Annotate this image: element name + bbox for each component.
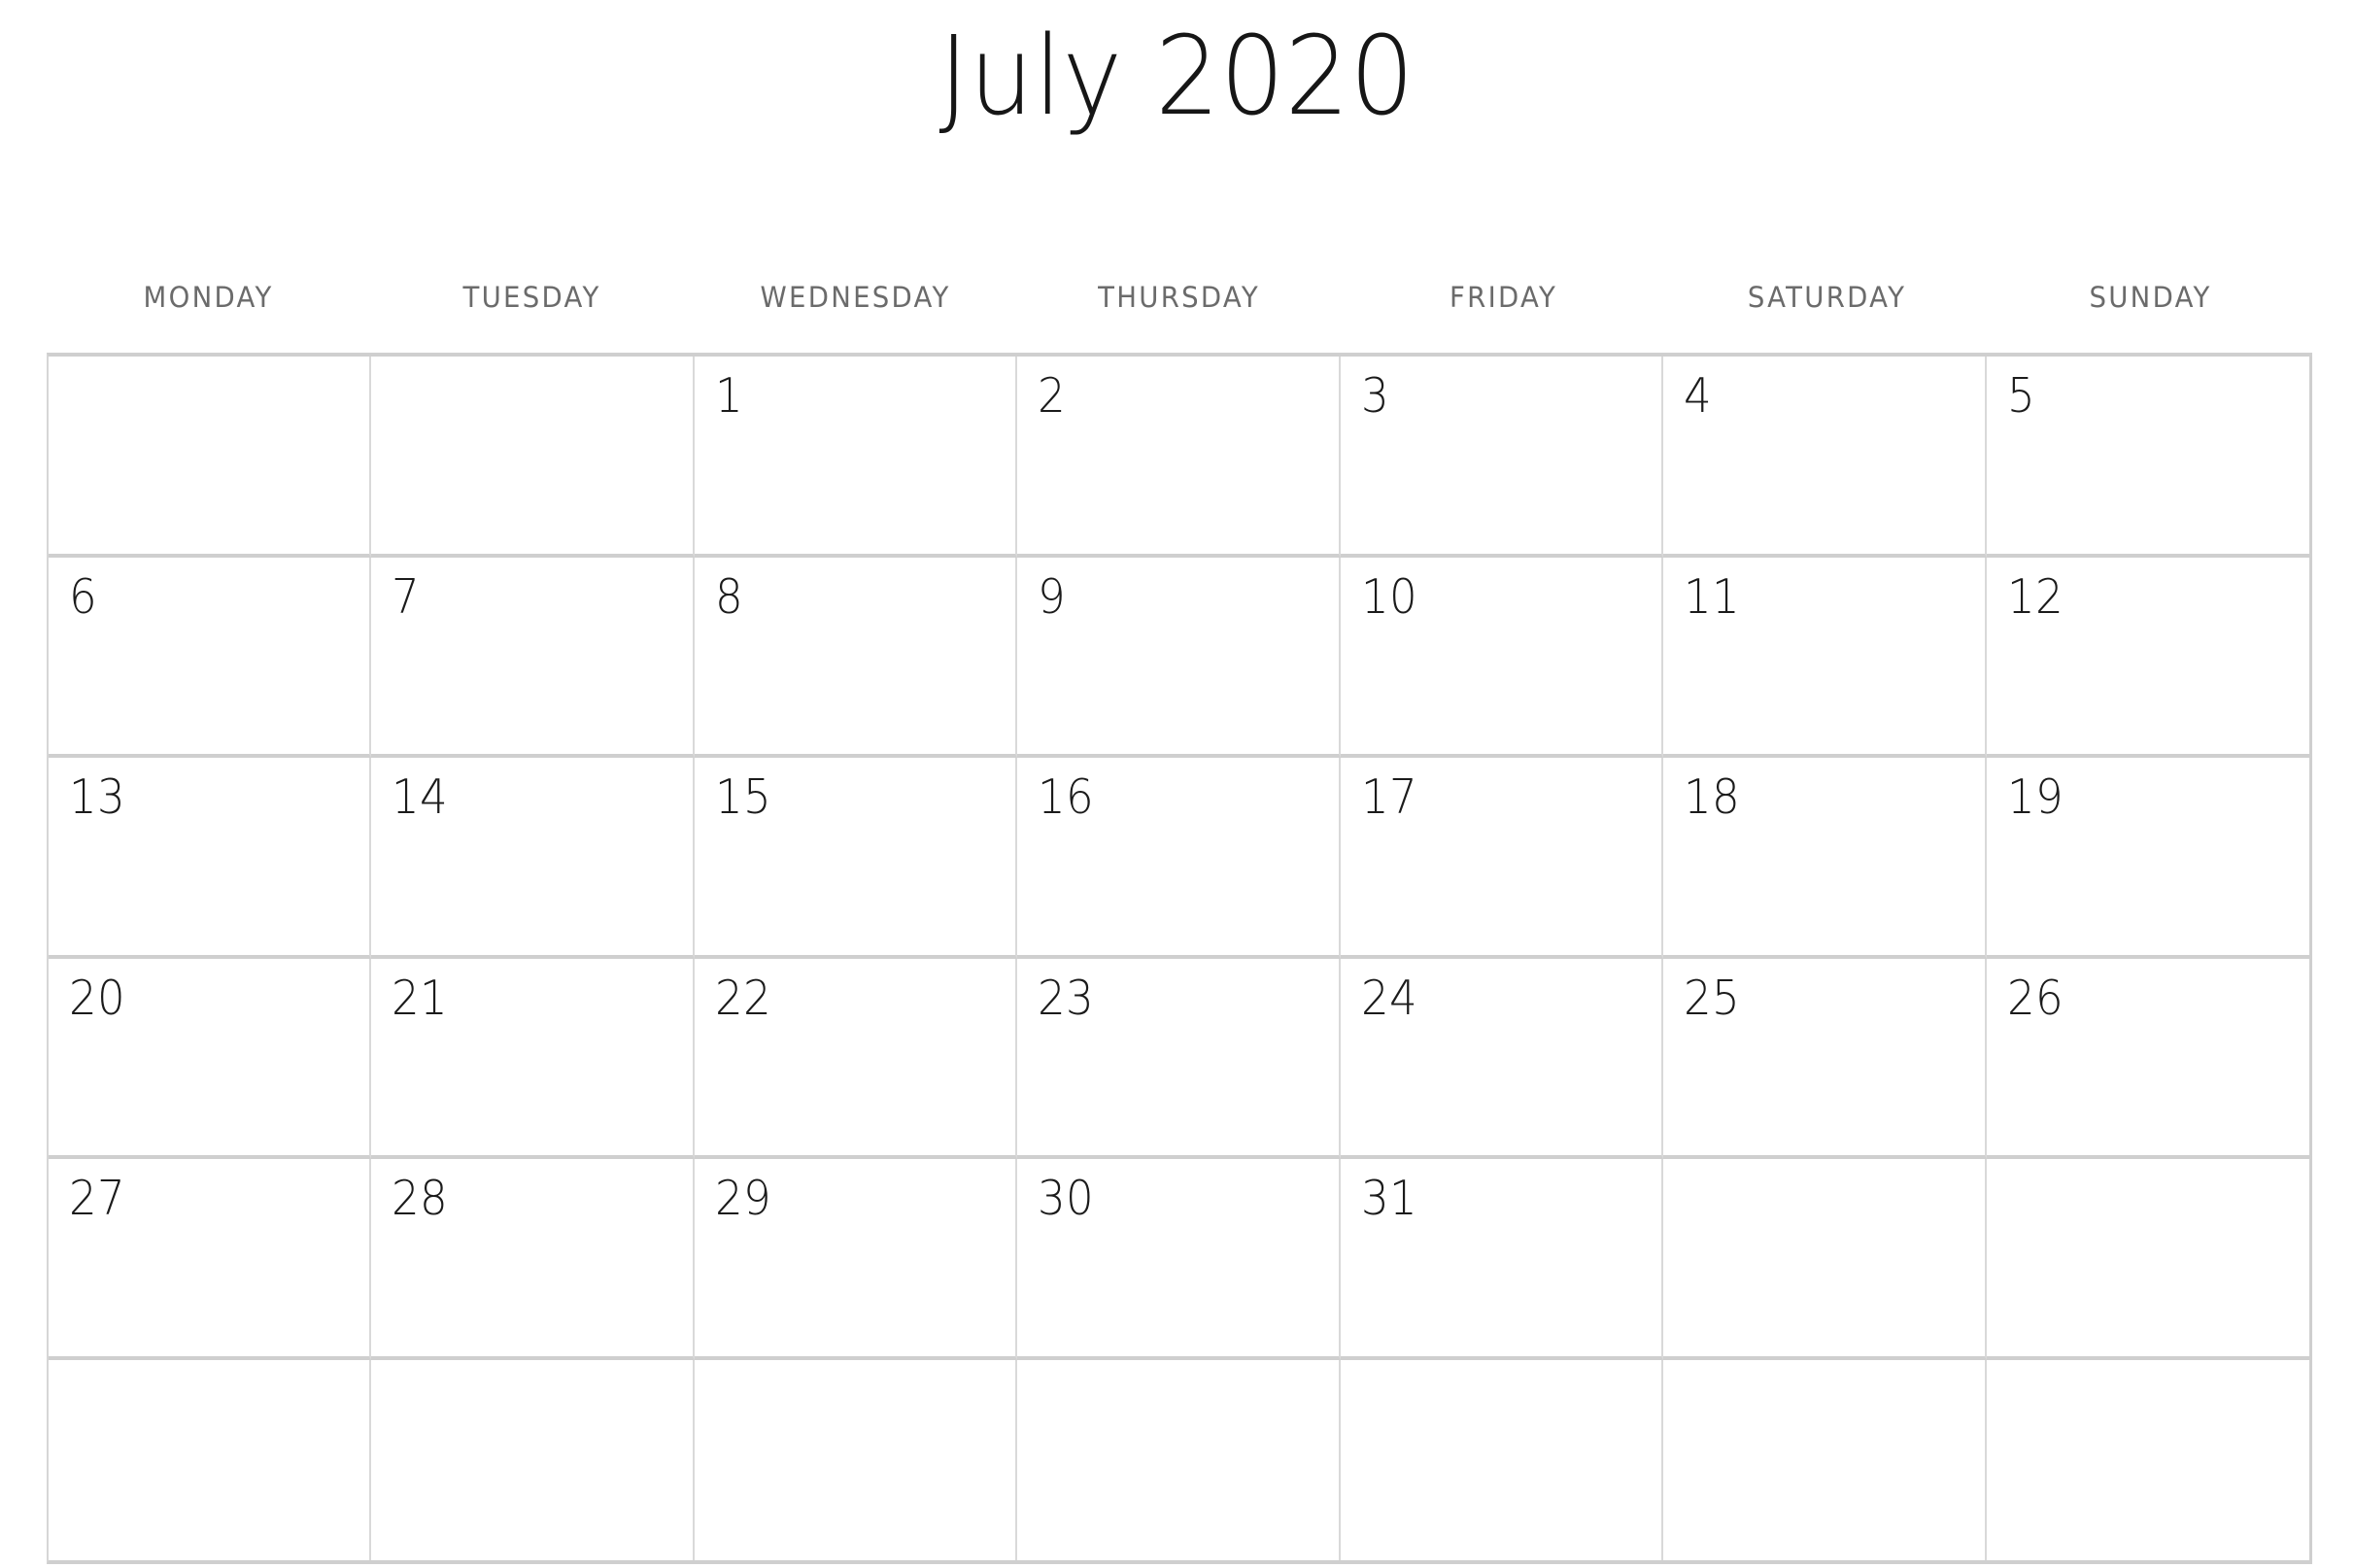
day-cell[interactable] <box>49 357 372 558</box>
day-number: 25 <box>1684 970 1741 1026</box>
calendar-grid: 1 2 3 4 5 6 7 8 9 10 11 12 13 14 15 16 1… <box>47 353 2312 1564</box>
day-cell[interactable] <box>371 357 695 558</box>
day-cell[interactable]: 2 <box>1017 357 1341 558</box>
page-title: July 2020 <box>938 14 1416 140</box>
day-cell[interactable]: 24 <box>1340 958 1664 1159</box>
day-cell[interactable]: 10 <box>1340 557 1664 758</box>
day-cell[interactable]: 27 <box>49 1159 372 1360</box>
day-cell[interactable]: 17 <box>1340 758 1664 959</box>
day-cell[interactable]: 15 <box>694 758 1018 959</box>
day-number: 7 <box>392 568 421 625</box>
day-number: 16 <box>1038 769 1095 825</box>
day-number: 10 <box>1360 568 1417 625</box>
day-cell[interactable]: 26 <box>1986 958 2309 1159</box>
day-number: 9 <box>1038 568 1067 625</box>
day-cell[interactable]: 23 <box>1017 958 1341 1159</box>
day-number: 4 <box>1684 368 1713 424</box>
day-cell[interactable]: 29 <box>694 1159 1018 1360</box>
day-cell[interactable] <box>1663 1159 1987 1360</box>
day-number: 8 <box>714 568 743 625</box>
weekday-header-thursday: THURSDAY <box>1098 281 1261 314</box>
day-number: 11 <box>1684 568 1741 625</box>
day-number: 29 <box>714 1171 771 1226</box>
day-cell[interactable] <box>1986 1159 2309 1360</box>
day-cell[interactable] <box>1986 1359 2309 1560</box>
day-cell[interactable]: 22 <box>694 958 1018 1159</box>
day-cell[interactable]: 14 <box>371 758 695 959</box>
day-cell[interactable] <box>49 1359 372 1560</box>
day-number: 15 <box>714 769 771 825</box>
day-cell[interactable]: 18 <box>1663 758 1987 959</box>
day-number: 2 <box>1038 368 1067 424</box>
day-cell[interactable]: 28 <box>371 1159 695 1360</box>
day-number: 22 <box>714 970 771 1026</box>
day-number: 14 <box>392 769 449 825</box>
day-number: 28 <box>392 1171 449 1226</box>
day-number: 27 <box>69 1171 126 1226</box>
day-number: 13 <box>69 769 126 825</box>
day-cell[interactable] <box>694 1359 1018 1560</box>
weekday-header-saturday: SATURDAY <box>1747 281 1906 314</box>
day-cell[interactable]: 6 <box>49 557 372 758</box>
calendar-title-bar: July 2020 <box>0 17 2354 137</box>
day-number: 19 <box>2006 769 2064 825</box>
day-number: 18 <box>1684 769 1741 825</box>
day-cell[interactable]: 5 <box>1986 357 2309 558</box>
weekday-header-monday: MONDAY <box>143 281 274 314</box>
day-cell[interactable]: 3 <box>1340 357 1664 558</box>
weekday-header-sunday: SUNDAY <box>2089 281 2212 314</box>
day-cell[interactable]: 9 <box>1017 557 1341 758</box>
day-number: 20 <box>69 970 126 1026</box>
day-number: 5 <box>2006 368 2035 424</box>
day-cell[interactable]: 31 <box>1340 1159 1664 1360</box>
day-cell[interactable]: 7 <box>371 557 695 758</box>
day-number: 30 <box>1038 1171 1095 1226</box>
day-number: 31 <box>1360 1171 1417 1226</box>
day-number: 24 <box>1360 970 1417 1026</box>
day-number: 17 <box>1360 769 1417 825</box>
weekday-header-friday: FRIDAY <box>1449 281 1557 314</box>
day-cell[interactable] <box>1340 1359 1664 1560</box>
day-cell[interactable] <box>371 1359 695 1560</box>
day-cell[interactable]: 25 <box>1663 958 1987 1159</box>
day-cell[interactable]: 16 <box>1017 758 1341 959</box>
day-cell[interactable] <box>1663 1359 1987 1560</box>
day-number: 23 <box>1038 970 1095 1026</box>
day-cell[interactable]: 4 <box>1663 357 1987 558</box>
day-number: 3 <box>1360 368 1389 424</box>
day-cell[interactable]: 8 <box>694 557 1018 758</box>
calendar-page: July 2020 MONDAY TUESDAY WEDNESDAY THURS… <box>0 0 2354 1568</box>
day-number: 6 <box>69 568 98 625</box>
day-cell[interactable]: 13 <box>49 758 372 959</box>
day-cell[interactable]: 1 <box>694 357 1018 558</box>
day-cell[interactable]: 12 <box>1986 557 2309 758</box>
day-cell[interactable]: 11 <box>1663 557 1987 758</box>
day-cell[interactable]: 20 <box>49 958 372 1159</box>
day-number: 12 <box>2006 568 2064 625</box>
day-number: 21 <box>392 970 449 1026</box>
day-cell[interactable]: 19 <box>1986 758 2309 959</box>
day-number: 1 <box>714 368 743 424</box>
day-cell[interactable]: 21 <box>371 958 695 1159</box>
day-number: 26 <box>2006 970 2064 1026</box>
weekday-header-row: MONDAY TUESDAY WEDNESDAY THURSDAY FRIDAY… <box>47 284 2312 312</box>
weekday-header-tuesday: TUESDAY <box>462 281 601 314</box>
day-cell[interactable] <box>1017 1359 1341 1560</box>
weekday-header-wednesday: WEDNESDAY <box>760 281 951 314</box>
day-cell[interactable]: 30 <box>1017 1159 1341 1360</box>
